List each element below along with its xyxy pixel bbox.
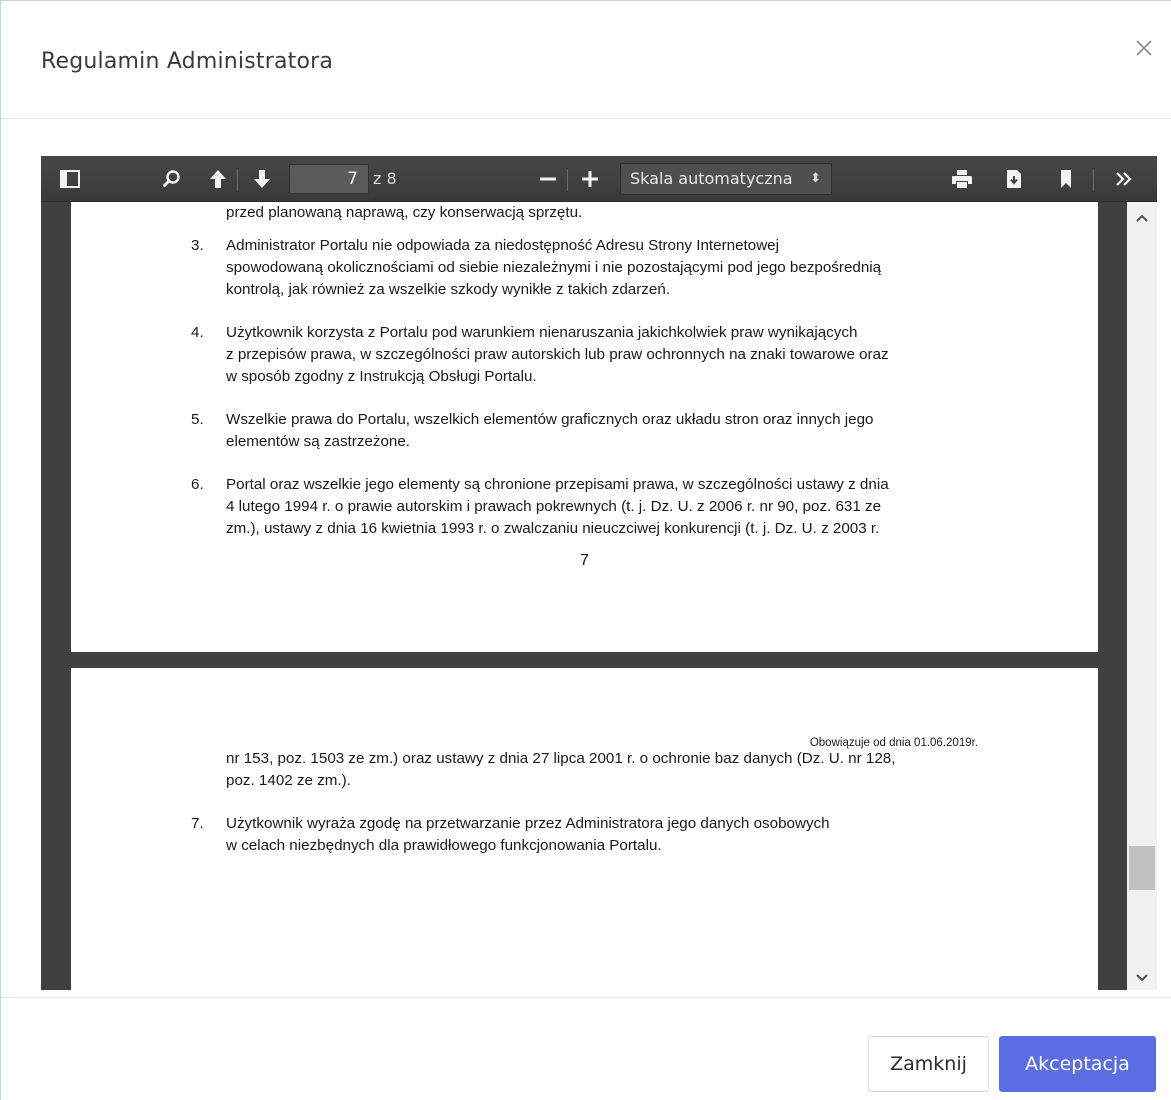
page-number-input[interactable]: 7 bbox=[289, 164, 369, 194]
doc-line: poz. 1402 ze zm.). bbox=[226, 772, 351, 789]
list-item-number: 4. bbox=[191, 324, 204, 341]
previous-page-button[interactable] bbox=[203, 164, 233, 194]
double-chevron-right-icon bbox=[1116, 172, 1132, 186]
doc-line: elementów są zastrzeżone. bbox=[226, 433, 411, 450]
more-tools-button[interactable] bbox=[1109, 164, 1139, 194]
doc-line: nr 153, poz. 1503 ze zm.) oraz ustawy z … bbox=[226, 750, 896, 767]
search-button[interactable] bbox=[157, 164, 187, 194]
pdf-page-8: Obowiązuje od dnia 01.06.2019r. nr 153, … bbox=[71, 668, 1098, 990]
pdf-pages-area[interactable]: przed planowaną naprawą, czy konserwacją… bbox=[41, 202, 1127, 990]
toolbar-separator bbox=[567, 169, 568, 191]
download-button[interactable] bbox=[999, 164, 1029, 194]
zoom-out-button[interactable] bbox=[533, 164, 563, 194]
doc-line: przed planowaną naprawą, czy konserwacją… bbox=[226, 204, 583, 221]
doc-line: Użytkownik korzysta z Portalu pod warunk… bbox=[226, 324, 858, 341]
list-item: 5. Wszelkie prawa do Portalu, wszelkich … bbox=[191, 409, 978, 453]
list-item-number: 7. bbox=[191, 815, 204, 832]
page-footer-number: 7 bbox=[580, 552, 589, 569]
terms-modal: Regulamin Administratora 7 z 8 Skala aut… bbox=[0, 0, 1171, 1100]
scale-select-value: Skala automatyczna bbox=[630, 169, 793, 188]
scrollbar-thumb[interactable] bbox=[1129, 846, 1155, 890]
doc-line: Użytkownik wyraża zgodę na przetwarzanie… bbox=[226, 815, 830, 832]
arrow-down-icon bbox=[254, 170, 270, 188]
list-item-number: 3. bbox=[191, 237, 204, 254]
scroll-down-button[interactable] bbox=[1127, 968, 1157, 988]
doc-line: w celach niezbędnych dla prawidłowego fu… bbox=[226, 837, 662, 854]
list-item: 4. Użytkownik korzysta z Portalu pod war… bbox=[191, 322, 978, 388]
sidebar-toggle-icon bbox=[60, 170, 80, 188]
bookmark-button[interactable] bbox=[1051, 164, 1081, 194]
chevron-down-icon bbox=[1136, 974, 1148, 982]
print-button[interactable] bbox=[947, 164, 977, 194]
doc-line: zm.), ustawy z dnia 16 kwietnia 1993 r. … bbox=[226, 520, 880, 537]
bookmark-icon bbox=[1061, 170, 1071, 188]
page-total: z 8 bbox=[373, 169, 397, 188]
doc-line: z przepisów prawa, w szczególności praw … bbox=[226, 346, 889, 363]
next-page-button[interactable] bbox=[247, 164, 277, 194]
modal-header: Regulamin Administratora bbox=[1, 1, 1171, 119]
doc-line: Portal oraz wszelkie jego elementy są ch… bbox=[226, 476, 889, 493]
close-button[interactable] bbox=[1131, 35, 1157, 61]
pdf-page-7: przed planowaną naprawą, czy konserwacją… bbox=[71, 202, 1098, 652]
doc-line: spowodowaną okolicznościami od siebie ni… bbox=[226, 259, 882, 276]
toolbar-separator bbox=[1093, 169, 1094, 191]
scroll-up-button[interactable] bbox=[1127, 208, 1157, 228]
select-arrows-icon: ⬍ bbox=[810, 171, 821, 186]
doc-line: kontrolą, jak również za wszelkie szkody… bbox=[226, 281, 670, 298]
doc-line: w sposób zgodny z Instrukcją Obsługi Por… bbox=[226, 368, 537, 385]
print-icon bbox=[952, 170, 972, 188]
list-item: 7. Użytkownik wyraża zgodę na przetwarza… bbox=[191, 813, 978, 857]
list-item-number: 5. bbox=[191, 411, 204, 428]
modal-title: Regulamin Administratora bbox=[41, 49, 334, 74]
close-modal-button[interactable]: Zamknij bbox=[868, 1036, 989, 1092]
doc-line: 4 lutego 1994 r. o prawie autorskim i pr… bbox=[226, 498, 882, 515]
search-icon bbox=[163, 170, 180, 187]
list-item: 6. Portal oraz wszelkie jego elementy są… bbox=[191, 474, 978, 540]
modal-footer: Zamknij Akceptacja bbox=[1, 997, 1171, 1100]
vertical-scrollbar[interactable] bbox=[1127, 202, 1157, 990]
zoom-in-button[interactable] bbox=[575, 164, 605, 194]
close-icon bbox=[1136, 40, 1152, 56]
plus-icon bbox=[582, 171, 598, 187]
toolbar-separator bbox=[237, 169, 238, 191]
list-item-number: 6. bbox=[191, 476, 204, 493]
minus-icon bbox=[540, 177, 556, 181]
scale-select[interactable]: Skala automatyczna ⬍ bbox=[620, 163, 832, 195]
doc-line: Administrator Portalu nie odpowiada za n… bbox=[226, 237, 779, 254]
list-item: 3. Administrator Portalu nie odpowiada z… bbox=[191, 235, 978, 301]
download-icon bbox=[1007, 170, 1021, 188]
arrow-up-icon bbox=[210, 170, 226, 188]
doc-line: Wszelkie prawa do Portalu, wszelkich ele… bbox=[226, 411, 874, 428]
sidebar-toggle-button[interactable] bbox=[55, 164, 85, 194]
accept-button[interactable]: Akceptacja bbox=[999, 1036, 1156, 1092]
pdf-viewer: 7 z 8 Skala automatyczna ⬍ przed planowa… bbox=[41, 156, 1157, 990]
chevron-up-icon bbox=[1136, 214, 1148, 222]
pdf-toolbar: 7 z 8 Skala automatyczna ⬍ bbox=[41, 156, 1157, 202]
